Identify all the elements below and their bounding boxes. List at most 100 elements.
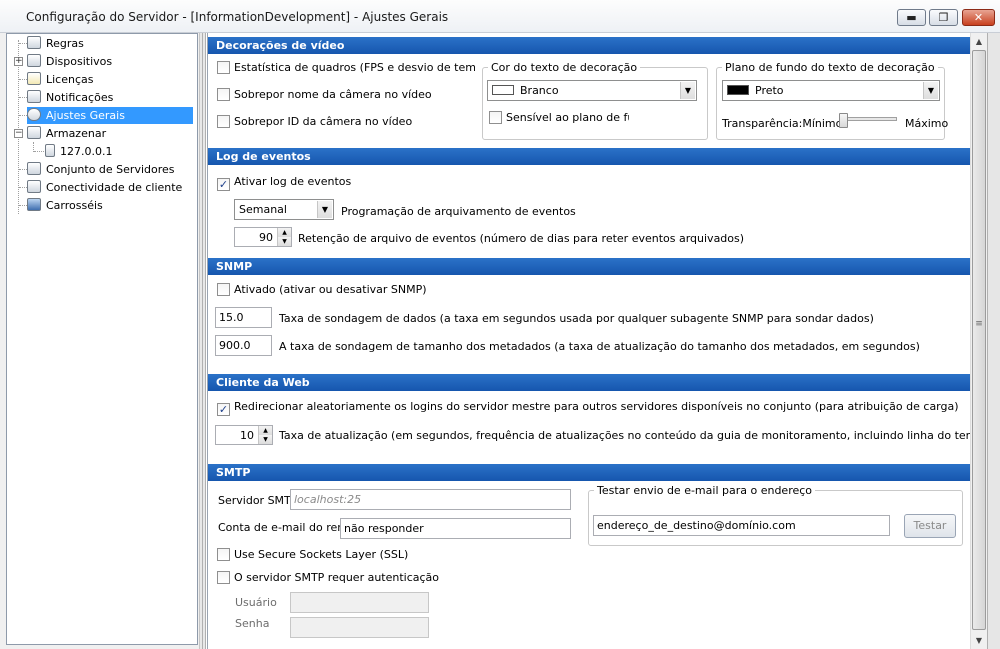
window-titlebar: Configuração do Servidor - [InformationD… bbox=[0, 0, 1000, 33]
overlay-camera-name-checkbox[interactable]: Sobrepor nome da câmera no vídeo bbox=[217, 88, 432, 101]
tree-guide-line bbox=[19, 97, 27, 98]
transparency-label: Transparência:Mínimo bbox=[722, 117, 843, 130]
requires-auth-checkbox[interactable]: O servidor SMTP requer autenticação bbox=[217, 571, 439, 584]
refresh-rate-stepper[interactable]: 10 ▲ ▼ bbox=[215, 425, 273, 445]
tree-item-carrosseis[interactable]: Carrosséis bbox=[27, 197, 105, 214]
section-header-web-client: Cliente da Web bbox=[208, 374, 970, 391]
scrollbar-thumb[interactable]: ≡ bbox=[972, 50, 986, 630]
spin-up-icon[interactable]: ▲ bbox=[277, 228, 291, 237]
notifications-icon bbox=[27, 90, 41, 103]
tree-item-label: Notificações bbox=[46, 91, 114, 104]
tree-item-licencas[interactable]: Licenças bbox=[27, 71, 96, 88]
checkbox-box bbox=[217, 88, 230, 101]
password-label: Senha bbox=[235, 617, 270, 630]
white-swatch-icon bbox=[492, 85, 514, 95]
expand-dispositivos-icon[interactable]: + bbox=[14, 57, 23, 66]
test-email-group-title: Testar envio de e-mail para o endereço bbox=[594, 484, 816, 497]
archive-schedule-select[interactable]: Semanal ▼ bbox=[234, 199, 334, 220]
tree-item-label: Regras bbox=[46, 37, 84, 50]
refresh-rate-value: 10 bbox=[240, 429, 254, 442]
client-connectivity-icon bbox=[27, 180, 41, 193]
text-color-value: Branco bbox=[520, 84, 559, 97]
checkbox-box bbox=[217, 571, 230, 584]
spin-down-icon[interactable]: ▼ bbox=[258, 435, 272, 444]
background-color-select[interactable]: Preto ▼ bbox=[722, 80, 940, 101]
tree-item-server-127[interactable]: 127.0.0.1 bbox=[45, 143, 114, 160]
scroll-up-icon[interactable]: ▲ bbox=[971, 33, 987, 50]
text-color-group bbox=[482, 67, 708, 140]
redirect-logins-checkbox[interactable]: ✓ Redirecionar aleatoriamente os logins d… bbox=[217, 400, 959, 416]
close-button[interactable]: ✕ bbox=[962, 9, 995, 26]
snmp-poll-rate-input[interactable]: 15.0 bbox=[215, 307, 272, 328]
spin-down-icon[interactable]: ▼ bbox=[277, 237, 291, 246]
tree-item-notificacoes[interactable]: Notificações bbox=[27, 89, 115, 106]
text-color-select[interactable]: Branco ▼ bbox=[487, 80, 697, 101]
background-group-title: Plano de fundo do texto de decoração bbox=[722, 61, 938, 74]
chevron-down-icon: ▼ bbox=[317, 201, 332, 218]
snmp-metadata-rate-input[interactable]: 900.0 bbox=[215, 335, 272, 356]
checkbox-box bbox=[217, 61, 230, 74]
use-ssl-checkbox[interactable]: Use Secure Sockets Layer (SSL) bbox=[217, 548, 408, 561]
overlay-camera-id-label: Sobrepor ID da câmera no vídeo bbox=[234, 115, 413, 128]
grip-icon: ≡ bbox=[975, 319, 983, 329]
enable-event-log-checkbox[interactable]: ✓ Ativar log de eventos bbox=[217, 175, 351, 191]
tree-item-label: 127.0.0.1 bbox=[60, 145, 113, 158]
tree-item-regras[interactable]: Regras bbox=[27, 35, 86, 52]
tree-guide-line bbox=[19, 115, 27, 116]
archive-schedule-label: Programação de arquivamento de eventos bbox=[341, 205, 576, 218]
username-label: Usuário bbox=[235, 596, 277, 609]
devices-icon bbox=[27, 54, 41, 67]
tree-item-conjunto-servidores[interactable]: Conjunto de Servidores bbox=[27, 161, 177, 178]
section-header-video: Decorações de vídeo bbox=[208, 37, 970, 54]
frame-stats-checkbox[interactable]: Estatística de quadros (FPS e desvio de … bbox=[217, 61, 475, 74]
tree-item-armazenar[interactable]: Armazenar bbox=[27, 125, 108, 142]
tree-guide-line bbox=[19, 187, 27, 188]
retention-days-stepper[interactable]: 90 ▲ ▼ bbox=[234, 227, 292, 247]
storage-icon bbox=[27, 126, 41, 139]
smtp-server-input[interactable]: localhost:25 bbox=[290, 489, 571, 510]
test-button[interactable]: Testar bbox=[904, 514, 956, 538]
tree-guide-line bbox=[19, 205, 27, 206]
collapse-armazenar-icon[interactable]: − bbox=[14, 129, 23, 138]
settings-scrollbar[interactable]: ▲ ≡ ▼ bbox=[970, 33, 987, 649]
username-input[interactable] bbox=[290, 592, 429, 613]
chevron-down-icon: ▼ bbox=[680, 82, 695, 99]
tree-item-ajustes-gerais[interactable]: Ajustes Gerais bbox=[27, 107, 193, 124]
smtp-server-label: Servidor SMTP bbox=[218, 494, 298, 507]
tree-item-dispositivos[interactable]: Dispositivos bbox=[27, 53, 114, 70]
sensitive-background-checkbox[interactable]: Sensível ao plano de fundo bbox=[489, 111, 629, 124]
server-cluster-icon bbox=[27, 162, 41, 175]
minimize-button[interactable]: ▬ bbox=[897, 9, 926, 26]
maximize-button[interactable]: ❐ bbox=[929, 9, 958, 26]
snmp-enabled-label: Ativado (ativar ou desativar SNMP) bbox=[234, 283, 427, 296]
tree-item-conectividade-cliente[interactable]: Conectividade de cliente bbox=[27, 179, 184, 196]
section-header-smtp: SMTP bbox=[208, 464, 970, 481]
scroll-down-icon[interactable]: ▼ bbox=[971, 632, 987, 649]
transparency-slider-thumb[interactable] bbox=[839, 113, 848, 128]
tree-item-label: Dispositivos bbox=[46, 55, 113, 68]
transparency-slider-track[interactable] bbox=[841, 117, 897, 121]
smtp-server-placeholder: localhost:25 bbox=[294, 493, 362, 506]
pane-splitter[interactable] bbox=[199, 33, 207, 649]
test-address-input[interactable]: endereço_de_destino@domínio.com bbox=[593, 515, 890, 536]
overlay-camera-name-label: Sobrepor nome da câmera no vídeo bbox=[234, 88, 432, 101]
spin-up-icon[interactable]: ▲ bbox=[258, 426, 272, 435]
redirect-logins-label: Redirecionar aleatoriamente os logins do… bbox=[234, 400, 959, 413]
checkbox-box bbox=[489, 111, 502, 124]
checkbox-box bbox=[217, 283, 230, 296]
tree-item-label: Armazenar bbox=[46, 127, 107, 140]
checkbox-box bbox=[217, 548, 230, 561]
archive-schedule-value: Semanal bbox=[239, 203, 287, 216]
overlay-camera-id-checkbox[interactable]: Sobrepor ID da câmera no vídeo bbox=[217, 115, 412, 128]
use-ssl-label: Use Secure Sockets Layer (SSL) bbox=[234, 548, 409, 561]
black-swatch-icon bbox=[727, 85, 749, 95]
tree-item-label: Ajustes Gerais bbox=[44, 109, 127, 122]
checkbox-box: ✓ bbox=[217, 403, 230, 416]
refresh-rate-label: Taxa de atualização (em segundos, frequê… bbox=[279, 429, 970, 442]
sender-account-input[interactable]: não responder bbox=[340, 518, 571, 539]
password-input[interactable] bbox=[290, 617, 429, 638]
window-title: Configuração do Servidor - [InformationD… bbox=[26, 10, 449, 24]
checkbox-box: ✓ bbox=[217, 178, 230, 191]
background-color-value: Preto bbox=[755, 84, 784, 97]
snmp-enabled-checkbox[interactable]: Ativado (ativar ou desativar SNMP) bbox=[217, 283, 427, 296]
